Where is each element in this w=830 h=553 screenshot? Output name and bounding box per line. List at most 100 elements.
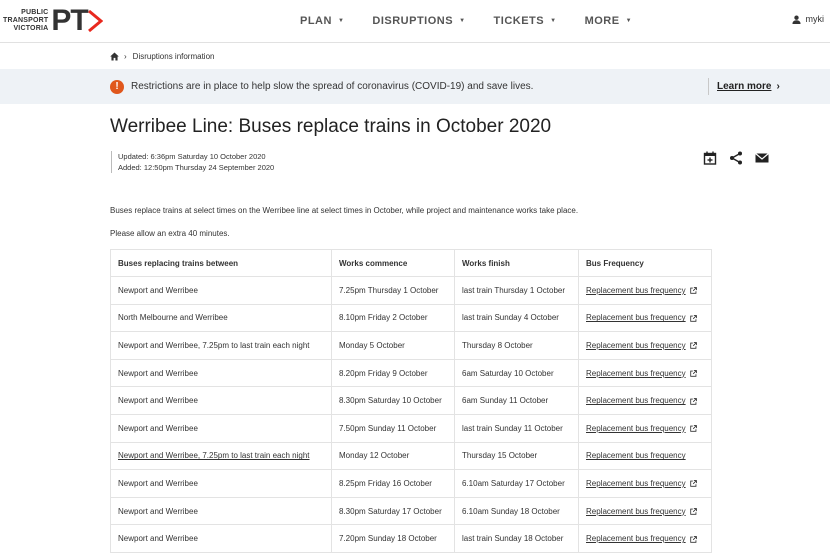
column-header: Buses replacing trains between (110, 249, 332, 277)
external-link-icon (689, 480, 697, 488)
works-commence-cell: 8.25pm Friday 16 October (331, 469, 455, 498)
top-bar: PUBLIC TRANSPORT VICTORIA PT PLAN ▼ DISRU… (0, 0, 830, 43)
external-link-icon (689, 314, 697, 322)
works-finish-cell: last train Thursday 1 October (454, 276, 579, 305)
bus-frequency-cell: Replacement bus frequency (578, 469, 712, 498)
myki-account-link[interactable]: myki (791, 14, 824, 24)
email-button[interactable] (755, 152, 769, 164)
home-icon[interactable] (110, 51, 119, 61)
page-note: Please allow an extra 40 minutes. (110, 229, 230, 238)
chevron-down-icon: ▼ (550, 18, 557, 24)
works-commence-cell: 8.20pm Friday 9 October (331, 358, 455, 388)
logo-line-1: PUBLIC (21, 9, 49, 16)
works-commence-cell: 7.50pm Sunday 11 October (331, 413, 455, 443)
chevron-down-icon: ▼ (625, 18, 633, 24)
table-row: Newport and Werribee 7.50pm Sunday 11 Oct… (110, 413, 712, 443)
logo-line-3: VICTORIA (13, 25, 49, 32)
table-row: Newport and Werribee, 7.25pm to last tra… (110, 441, 712, 471)
works-finish-cell: last train Sunday 18 October (454, 524, 579, 553)
logo-line-2: TRANSPORT (3, 17, 49, 24)
ptv-logo[interactable]: PUBLIC TRANSPORT VICTORIA PT (3, 4, 103, 38)
replacement-bus-frequency-link[interactable]: Replacement bus frequency (586, 313, 686, 322)
external-link-icon (689, 508, 697, 515)
learn-more-link[interactable]: Learn more › (708, 78, 780, 95)
column-header: Bus Frequency (578, 249, 712, 277)
works-finish-cell: 6am Saturday 10 October (454, 358, 579, 388)
route-cell[interactable]: Newport and Werribee, 7.25pm to last tra… (110, 441, 332, 471)
external-link-icon (689, 425, 697, 432)
main-nav: PLAN ▼ DISRUPTIONS ▼ TICKETS ▼ MORE ▼ (300, 0, 660, 42)
added-date: Added: 12:50pm Thursday 24 September 202… (118, 163, 275, 172)
table-row: North Melbourne and Werribee 8.10pm Frida… (110, 303, 712, 333)
works-commence-cell: Monday 5 October (331, 331, 455, 360)
calendar-add-icon (703, 151, 717, 165)
bus-frequency-cell: Replacement bus frequency (578, 358, 712, 388)
external-link-icon (689, 397, 697, 405)
works-commence-cell: 8.30pm Saturday 17 October (331, 496, 455, 526)
breadcrumb-current[interactable]: Disruptions information (133, 52, 215, 61)
table-row: Newport and Werribee 8.30pm Saturday 10 O… (110, 386, 712, 415)
route-cell: Newport and Werribee (110, 358, 332, 388)
replacement-bus-frequency-link[interactable]: Replacement bus frequency (586, 479, 686, 488)
works-commence-cell: Monday 12 October (331, 441, 455, 471)
nav-disruptions[interactable]: DISRUPTIONS ▼ (372, 15, 465, 27)
works-finish-cell: last train Sunday 4 October (454, 303, 579, 333)
works-finish-cell: 6am Sunday 11 October (454, 386, 579, 415)
works-commence-cell: 7.25pm Thursday 1 October (331, 276, 455, 305)
user-icon (791, 15, 801, 24)
table-row: Newport and Werribee 8.20pm Friday 9 Octo… (110, 358, 712, 388)
nav-tickets[interactable]: TICKETS ▼ (494, 15, 557, 27)
bus-frequency-cell: Replacement bus frequency (578, 303, 712, 333)
replacement-bus-frequency-link[interactable]: Replacement bus frequency (586, 507, 686, 516)
route-cell: Newport and Werribee (110, 524, 332, 553)
share-button[interactable] (729, 151, 743, 165)
page-title: Werribee Line: Buses replace trains in O… (110, 116, 552, 137)
route-cell: North Melbourne and Werribee (110, 303, 332, 333)
bus-frequency-cell: Replacement bus frequency (578, 496, 712, 526)
replacement-bus-frequency-link[interactable]: Replacement bus frequency (586, 534, 686, 543)
column-header: Works finish (454, 249, 579, 277)
email-icon (755, 153, 769, 163)
logo-arrow-icon (87, 9, 103, 33)
works-commence-cell: 8.10pm Friday 2 October (331, 303, 455, 333)
works-finish-cell: 6.10am Saturday 17 October (454, 469, 579, 498)
updated-date: Updated: 6:36pm Saturday 10 October 2020 (118, 152, 266, 161)
external-link-icon (689, 287, 697, 294)
works-finish-cell: Thursday 8 October (454, 331, 579, 360)
table-row: Newport and Werribee 8.25pm Friday 16 Oct… (110, 469, 712, 498)
route-cell: Newport and Werribee (110, 469, 332, 498)
replacement-bus-table: Buses replacing trains between Works com… (110, 249, 712, 553)
bus-frequency-cell: Replacement bus frequency (578, 441, 712, 471)
breadcrumb: › Disruptions information (0, 43, 830, 69)
alert-icon: ! (110, 79, 124, 94)
replacement-bus-frequency-link[interactable]: Replacement bus frequency (586, 451, 686, 460)
bus-frequency-cell: Replacement bus frequency (578, 276, 712, 305)
share-icon (730, 151, 742, 165)
external-link-icon (689, 370, 697, 377)
works-commence-cell: 8.30pm Saturday 10 October (331, 386, 455, 415)
update-info: Updated: 6:36pm Saturday 10 October 2020… (111, 151, 274, 173)
replacement-bus-frequency-link[interactable]: Replacement bus frequency (586, 286, 686, 295)
route-cell: Newport and Werribee (110, 413, 332, 443)
nav-plan[interactable]: PLAN ▼ (300, 15, 344, 27)
replacement-bus-frequency-link[interactable]: Replacement bus frequency (586, 341, 686, 350)
chevron-right-icon: › (124, 51, 127, 61)
replacement-bus-frequency-link[interactable]: Replacement bus frequency (586, 396, 686, 405)
route-cell: Newport and Werribee (110, 276, 332, 305)
works-finish-cell: 6.10am Sunday 18 October (454, 496, 579, 526)
bus-frequency-cell: Replacement bus frequency (578, 524, 712, 553)
works-finish-cell: Thursday 15 October (454, 441, 579, 471)
chevron-right-icon: › (776, 81, 780, 92)
route-cell: Newport and Werribee (110, 386, 332, 415)
covid-banner: ! Restrictions are in place to help slow… (0, 69, 830, 104)
nav-more[interactable]: MORE ▼ (585, 15, 632, 27)
table-row: Newport and Werribee 7.20pm Sunday 18 Oct… (110, 524, 712, 553)
external-link-icon (689, 535, 697, 543)
replacement-bus-frequency-link[interactable]: Replacement bus frequency (586, 369, 686, 378)
bus-frequency-cell: Replacement bus frequency (578, 413, 712, 443)
add-to-calendar-button[interactable] (703, 151, 717, 165)
chevron-down-icon: ▼ (459, 18, 466, 24)
chevron-down-icon: ▼ (337, 18, 345, 24)
replacement-bus-frequency-link[interactable]: Replacement bus frequency (586, 424, 686, 433)
column-header: Works commence (331, 249, 455, 277)
